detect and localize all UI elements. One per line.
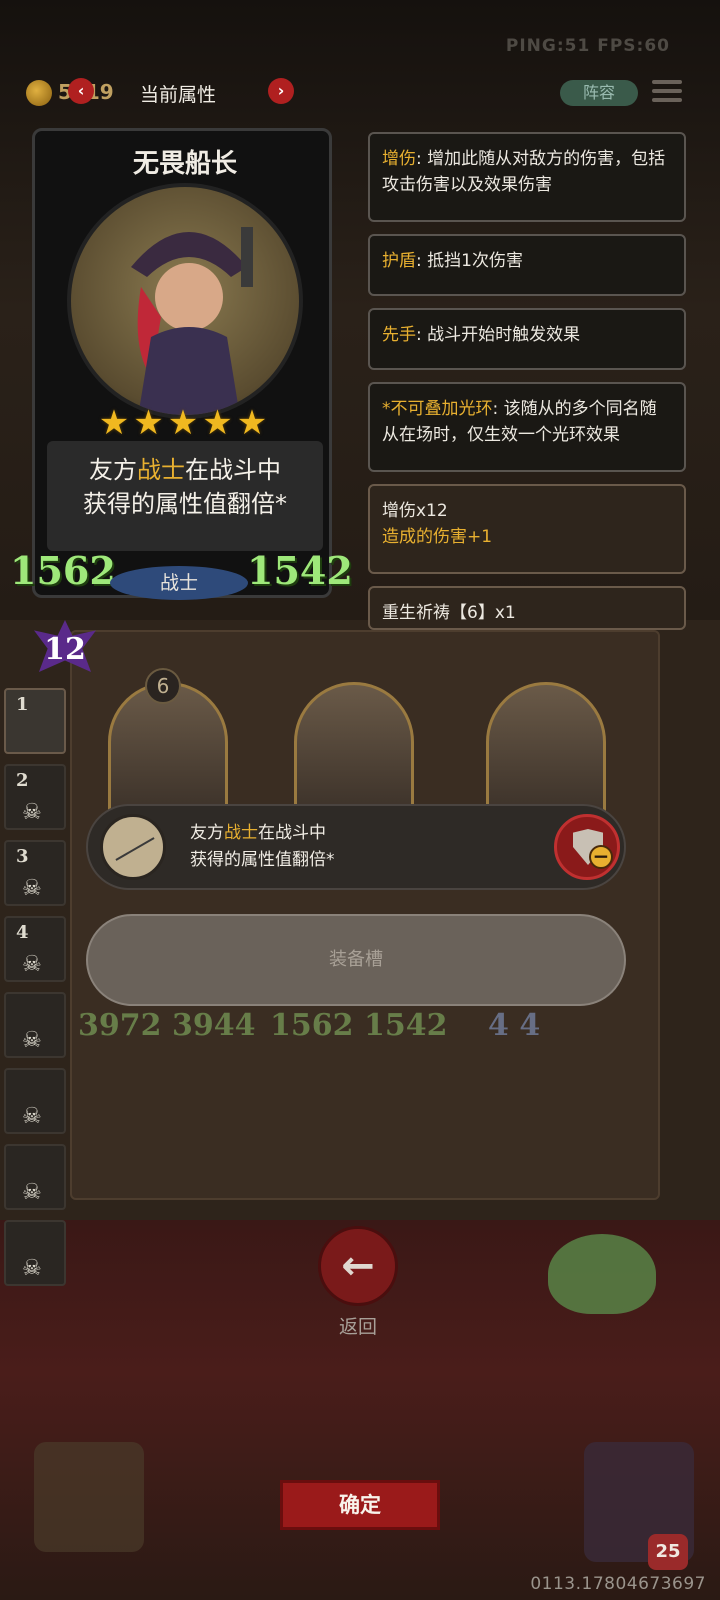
team-slot-2[interactable]: 2 ☠ [4,764,66,830]
shop-icon[interactable] [34,1442,144,1552]
hero-portrait [67,183,303,419]
skull-icon: ☠ [22,876,42,901]
hamburger-icon[interactable] [652,80,682,104]
slot-number: 4 [16,922,29,943]
team-slot-8[interactable]: ☠ [4,1220,66,1286]
hero-level: 12 [44,632,86,667]
buff-effect: 造成的伤害+1 [382,527,493,547]
equipment-description: 友方战士在战斗中 获得的属性值翻倍* [190,820,335,874]
buff-title: 重生祈祷【6】x1 [382,603,516,623]
board-unit[interactable] [486,682,606,822]
slot-number: 1 [16,694,29,715]
keyword-tip: 先手: 战斗开始时触发效果 [368,308,686,370]
hero-class-badge: 战士 [110,566,248,600]
tip-keyword: 先手 [382,325,416,345]
unit-level-badge: 6 [145,668,181,704]
desc-text: 获得的属性值翻倍* [83,490,287,518]
slot-number: 2 [16,770,29,791]
slot-number: 3 [16,846,29,867]
chevron-left-icon[interactable]: ‹ [68,78,94,104]
buff-entry: 增伤x12 造成的伤害+1 [368,484,686,574]
desc-keyword: 战士 [224,823,258,843]
buff-entry: 重生祈祷【6】x1 [368,586,686,630]
board-unit[interactable] [294,682,414,822]
desc-text: 友方 [89,456,137,484]
buff-title: 增伤x12 [382,501,448,521]
skull-icon: ☠ [22,1180,42,1205]
unit-stats: 3972 3944 [78,1008,256,1043]
tip-keyword: *不可叠加光环 [382,399,493,419]
tip-text: : 增加此随从对敌方的伤害，包括攻击伤害以及效果伤害 [382,149,666,195]
skull-icon: ☠ [22,1028,42,1053]
unit-stats: 4 4 [488,1008,541,1043]
desc-text: 在战斗中 [185,456,281,484]
desc-keyword: 战士 [137,456,185,484]
hero-card: 无畏船长 ★★★★★ 友方战士在战斗中 获得的属性值翻倍* [32,128,332,598]
hero-attack: 1562 [10,548,116,593]
team-slot-3[interactable]: 3 ☠ [4,840,66,906]
chevron-right-icon[interactable]: › [268,78,294,104]
team-slot-4[interactable]: 4 ☠ [4,916,66,982]
hero-health: 1542 [247,548,353,593]
skull-icon: ☠ [22,1256,42,1281]
back-label[interactable]: 返回 [318,1312,398,1339]
keyword-tip: 护盾: 抵挡1次伤害 [368,234,686,296]
keyword-tip: *不可叠加光环: 该随从的多个同名随从在场时，仅生效一个光环效果 [368,382,686,472]
page-title: 当前属性 [140,84,217,106]
spear-icon [100,814,166,880]
hero-description: 友方战士在战斗中 获得的属性值翻倍* [47,441,323,551]
equipment-card[interactable]: 友方战士在战斗中 获得的属性值翻倍* − [86,804,626,890]
skull-icon: ☠ [22,1104,42,1129]
lineup-button[interactable]: 阵容 [560,80,638,106]
session-id: 0113.17804673697 [530,1574,706,1594]
tip-text: : 战斗开始时触发效果 [416,325,581,345]
shield-minus-icon[interactable]: − [554,814,620,880]
team-slot-7[interactable]: ☠ [4,1144,66,1210]
team-slot-1[interactable]: 1 [4,688,66,754]
hero-stars: ★★★★★ [98,403,272,443]
coin-icon [26,80,52,106]
frog-mascot [548,1234,656,1314]
desc-text: 获得的属性值翻倍* [190,850,335,870]
confirm-button[interactable]: 确定 [280,1480,440,1530]
unit-stats: 1562 1542 [270,1008,448,1043]
minus-icon: − [589,845,613,869]
arrow-left-icon[interactable]: ← [318,1226,398,1306]
tip-text: : 抵挡1次伤害 [416,251,523,271]
skull-icon: ☠ [22,800,42,825]
team-slot-6[interactable]: ☠ [4,1068,66,1134]
hero-name: 无畏船长 [132,149,237,179]
tip-keyword: 护盾 [382,251,416,271]
team-slot-5[interactable]: ☠ [4,992,66,1058]
equipment-slot[interactable]: 装备槽 [86,914,626,1006]
health-badge: 25 [648,1534,688,1570]
desc-text: 友方 [190,823,224,843]
keyword-tip: 增伤: 增加此随从对敌方的伤害，包括攻击伤害以及效果伤害 [368,132,686,222]
skull-icon: ☠ [22,952,42,977]
desc-text: 在战斗中 [258,823,326,843]
ping-fps-readout: PING:51 FPS:60 [505,36,670,56]
tip-keyword: 增伤 [382,149,416,169]
